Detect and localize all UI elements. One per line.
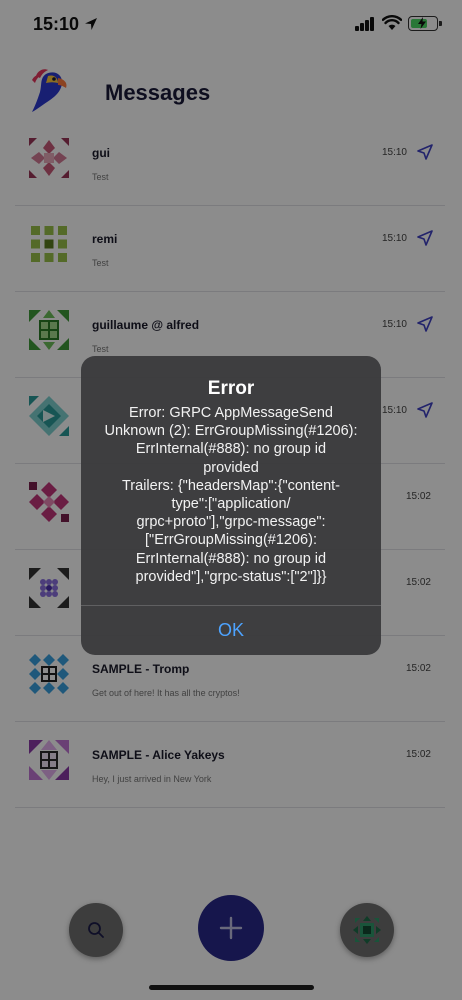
- alert-message: Error: GRPC AppMessageSend Unknown (2): …: [104, 405, 358, 585]
- alert-ok-button[interactable]: OK: [81, 606, 381, 655]
- alert-title: Error: [207, 378, 255, 399]
- error-alert-dialog: Error Error: GRPC AppMessageSend Unknown…: [81, 356, 381, 655]
- home-indicator[interactable]: [149, 985, 314, 990]
